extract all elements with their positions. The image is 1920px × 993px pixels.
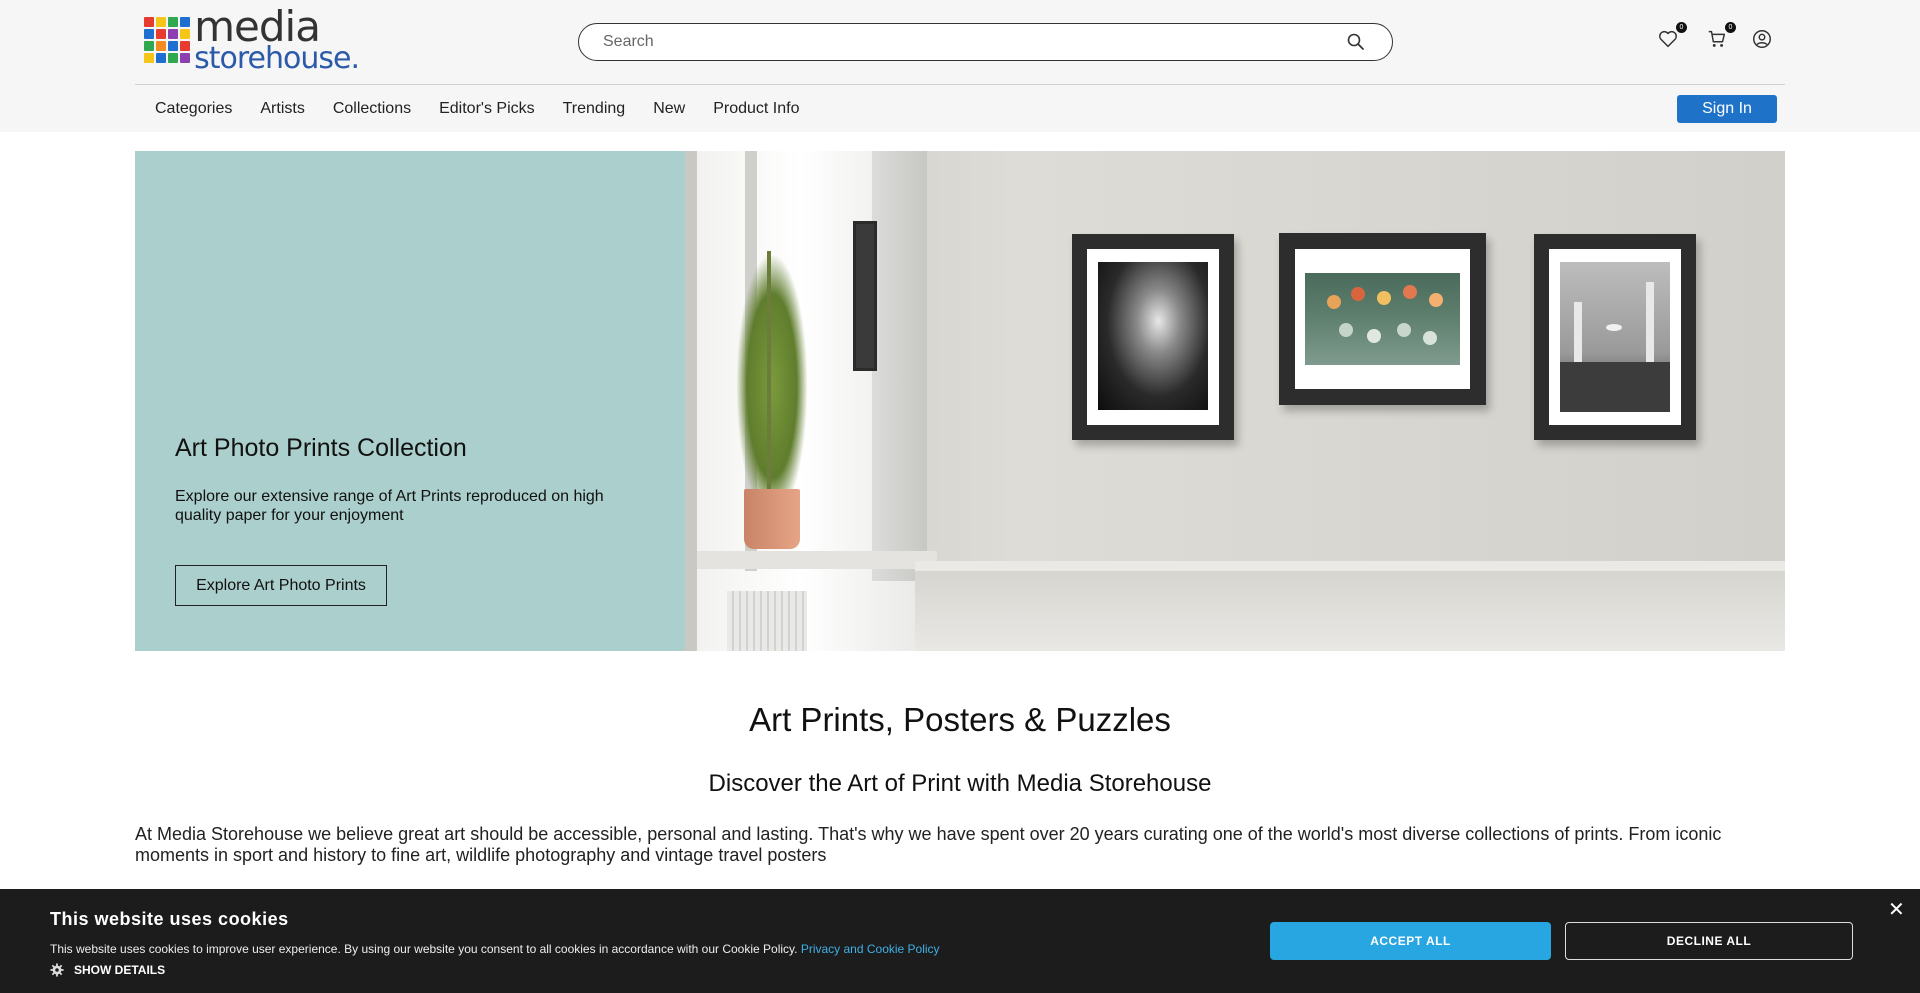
cookie-title: This website uses cookies — [50, 909, 289, 929]
window-image — [697, 151, 937, 651]
search-bar — [578, 23, 1393, 61]
hero-text-panel: Art Photo Prints Collection Explore our … — [135, 151, 685, 651]
wishlist-count-badge: 0 — [1676, 22, 1687, 33]
intro-text: At Media Storehouse we believe great art… — [135, 824, 1722, 865]
plant-image — [737, 256, 807, 516]
nav-trending[interactable]: Trending — [563, 100, 626, 118]
wishlist-button[interactable]: 0 — [1657, 22, 1687, 52]
gear-icon — [50, 963, 64, 977]
search-input[interactable] — [603, 24, 1323, 60]
floor-image — [915, 571, 1785, 651]
explore-art-prints-button[interactable]: Explore Art Photo Prints — [175, 565, 387, 606]
user-icon — [1753, 30, 1771, 48]
heart-icon — [1659, 30, 1677, 48]
close-icon[interactable]: ✕ — [1888, 897, 1905, 922]
cart-count-badge: 0 — [1725, 22, 1736, 33]
sign-in-button[interactable]: Sign In — [1677, 95, 1777, 123]
logo-mosaic-icon — [144, 9, 190, 71]
plant-pot-image — [744, 489, 800, 549]
framed-print-painting — [1279, 233, 1486, 405]
nav-product-info[interactable]: Product Info — [713, 100, 799, 118]
cart-button[interactable]: 0 — [1706, 22, 1736, 52]
logo-text-storehouse: storehouse. — [194, 41, 360, 76]
radiator-image — [727, 591, 807, 651]
nav-editors-picks[interactable]: Editor's Picks — [439, 100, 535, 118]
hero-room-image[interactable] — [685, 151, 1785, 651]
show-details-label: SHOW DETAILS — [74, 963, 166, 977]
nav-categories[interactable]: Categories — [155, 100, 232, 118]
cookie-banner: This website uses cookies This website u… — [0, 889, 1920, 993]
account-button[interactable] — [1751, 28, 1775, 52]
cart-icon — [1708, 30, 1726, 47]
framed-print-ice-cave — [1072, 234, 1234, 440]
site-logo[interactable]: media storehouse. — [144, 6, 360, 76]
framed-print-power-station — [1534, 234, 1696, 440]
nav-artists[interactable]: Artists — [260, 100, 304, 118]
site-header: media storehouse. 0 0 — [0, 0, 1920, 132]
hero-description: Explore our extensive range of Art Print… — [175, 488, 604, 524]
intro-subtitle: Discover the Art of Print with Media Sto… — [708, 770, 1212, 797]
hero-title: Art Photo Prints Collection — [175, 434, 467, 462]
intro-title: Art Prints, Posters & Puzzles — [749, 701, 1171, 738]
show-details-toggle[interactable]: SHOW DETAILS — [50, 963, 165, 977]
nav-new[interactable]: New — [653, 100, 685, 118]
header-divider — [135, 84, 1785, 85]
nav-collections[interactable]: Collections — [333, 100, 411, 118]
cookie-policy-link[interactable]: Privacy and Cookie Policy — [801, 942, 940, 956]
accept-all-button[interactable]: ACCEPT ALL — [1270, 922, 1551, 960]
cookie-text: This website uses cookies to improve use… — [50, 942, 798, 956]
cookie-message: This website uses cookies to improve use… — [50, 942, 940, 956]
small-wall-frame-image — [853, 221, 877, 371]
decline-all-button[interactable]: DECLINE ALL — [1565, 922, 1853, 960]
hero-banner: Art Photo Prints Collection Explore our … — [135, 151, 1785, 651]
search-icon[interactable] — [1346, 32, 1366, 52]
main-nav: Categories Artists Collections Editor's … — [135, 97, 807, 121]
